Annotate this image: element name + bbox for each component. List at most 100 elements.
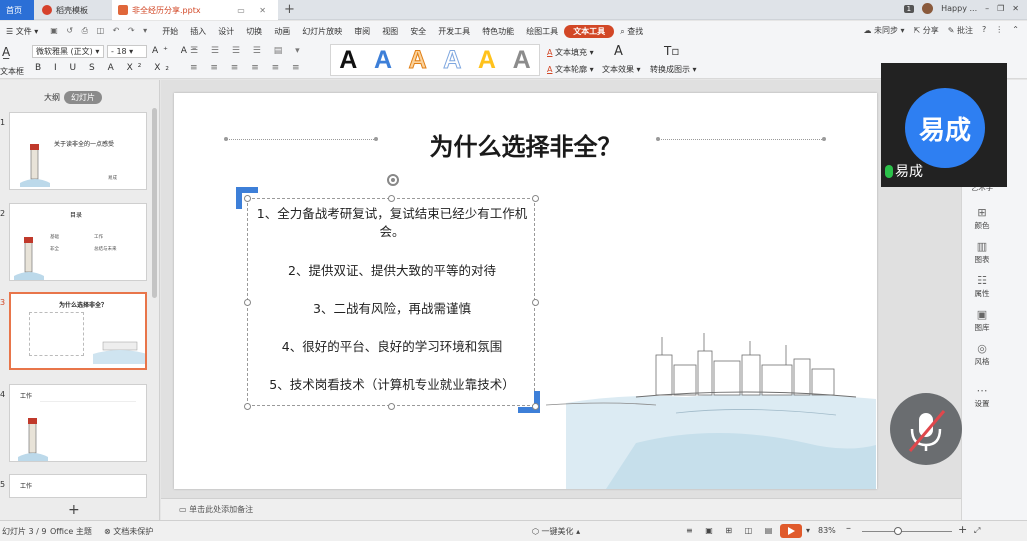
new-tab-button[interactable]: + [284, 2, 295, 17]
theme-name[interactable]: Office 主题 [50, 526, 92, 537]
zoom-out-button[interactable]: – [846, 523, 851, 534]
zoom-slider-knob[interactable] [894, 527, 902, 535]
chart-button[interactable]: ▥ 图表 [962, 240, 1002, 265]
play-slideshow-button[interactable] [780, 524, 802, 538]
help-icon[interactable]: ? [982, 25, 986, 36]
color-label: 颜色 [974, 221, 990, 230]
content-item[interactable]: 3、二战有风险，再战需谨慎 [248, 300, 536, 318]
document-protection[interactable]: ⊗ 文档未保护 [104, 526, 153, 537]
menu-item-text-tools[interactable]: 文本工具 [564, 24, 615, 38]
slides-tab[interactable]: 幻灯片 [64, 91, 102, 104]
resize-handle[interactable] [244, 403, 251, 410]
font-family-select[interactable]: 微软雅黑 (正文) ▾ [32, 45, 104, 58]
video-call-tile[interactable]: 易成 易成 [881, 63, 1007, 187]
slide-thumbnail-5[interactable]: 工作 [9, 474, 147, 498]
gallery-button[interactable]: ▣ 图库 [962, 308, 1002, 333]
text-style-orange-outline[interactable]: A [408, 45, 427, 75]
beautify-button[interactable]: ⬡ 一键美化 ▴ [532, 526, 580, 537]
tab-template[interactable]: 稻壳模板 [36, 0, 106, 20]
menu-item[interactable]: 开发工具 [432, 26, 476, 37]
zoom-slider[interactable] [862, 531, 952, 532]
share-button[interactable]: ⇱ 分享 [914, 25, 939, 36]
quick-access-toolbar[interactable]: ▣ ↺ ⎙ ◫ ↶ ↷ ▾ [44, 26, 156, 36]
user-name[interactable]: Happy ... [941, 4, 977, 13]
text-style-blue[interactable]: A [374, 45, 392, 75]
slide-thumbnail-1[interactable]: 关于读非全的一点感受 易成 [9, 112, 147, 190]
play-menu-icon[interactable]: ▾ [806, 526, 810, 535]
menu-item[interactable]: 切换 [240, 26, 268, 37]
more-icon[interactable]: ⋮ [995, 25, 1003, 36]
thumbnail-number: 3 [0, 298, 6, 307]
text-outline-button[interactable]: A 文本轮廓 ▾ [547, 64, 594, 75]
close-window-icon[interactable]: ✕ [1012, 4, 1019, 13]
rotate-handle[interactable] [387, 174, 399, 186]
textbox-button[interactable]: 文本框 [0, 66, 24, 77]
zoom-level[interactable]: 83% [818, 526, 836, 535]
view-mode-buttons[interactable]: ≡ ▣ ⊞ ◫ ▤ [686, 526, 777, 535]
add-slide-button[interactable]: + [68, 502, 80, 518]
zoom-in-button[interactable]: + [958, 523, 967, 536]
resize-handle[interactable] [532, 195, 539, 202]
tab-home[interactable]: 首页 [0, 0, 34, 20]
list-buttons[interactable]: ☰ ☰ ☰ ☰ ▤ ▾ [190, 46, 305, 56]
fit-window-icon[interactable]: ⤢ [974, 526, 980, 536]
resize-handle[interactable] [532, 403, 539, 410]
content-item[interactable]: 2、提供双证、提供大致的平等的对待 [248, 262, 536, 280]
minimize-icon[interactable]: – [985, 4, 989, 13]
tab-document[interactable]: 非全经历分享.pptx ▭ ✕ [112, 0, 278, 20]
convert-diagram-icon[interactable]: T▫ [664, 44, 679, 58]
menu-item[interactable]: 幻灯片放映 [296, 26, 348, 37]
text-outline-label: 文本轮廓 [555, 65, 588, 74]
slide-thumbnail-4[interactable]: 工作 [9, 384, 147, 462]
search-button[interactable]: ⌕ 查找 [614, 26, 649, 37]
text-effect-icon[interactable]: A [614, 44, 623, 59]
resize-handle[interactable] [388, 403, 395, 410]
text-style-yellow[interactable]: A [478, 45, 496, 75]
menu-item[interactable]: 开始 [156, 26, 184, 37]
resize-handle[interactable] [244, 195, 251, 202]
thumbnail-scrollbar[interactable] [152, 108, 157, 298]
font-size-select[interactable]: - 18 ▾ [107, 45, 147, 58]
menu-item[interactable]: 审阅 [348, 26, 376, 37]
content-item[interactable]: 4、很好的平台、良好的学习环境和氛围 [248, 338, 536, 356]
content-textbox[interactable]: 1、全力备战考研复试，复试结束已经少有工作机会。 2、提供双证、提供大致的平等的… [236, 174, 540, 413]
font-format-buttons[interactable]: B I U S A X² X₂ [35, 63, 174, 73]
menu-file[interactable]: ☰ 文件 ▾ [0, 26, 44, 37]
outline-tab[interactable]: 大纲 [44, 92, 60, 103]
text-effect-button[interactable]: 文本效果 ▾ [602, 64, 641, 75]
menu-item[interactable]: 设计 [212, 26, 240, 37]
menu-item[interactable]: 动画 [268, 26, 296, 37]
window-count-badge[interactable]: 1 [903, 4, 915, 13]
content-item[interactable]: 1、全力备战考研复试，复试结束已经少有工作机会。 [248, 205, 536, 241]
notes-area[interactable]: ▭ 单击此处添加备注 [161, 498, 961, 520]
mute-microphone-button[interactable] [890, 393, 962, 465]
color-button[interactable]: ⊞ 颜色 [962, 206, 1002, 231]
tab-close-icon[interactable]: ▭ ✕ [237, 6, 272, 15]
menu-item[interactable]: 视图 [376, 26, 404, 37]
menu-item[interactable]: 特色功能 [476, 26, 520, 37]
text-style-gray[interactable]: A [513, 45, 531, 75]
paragraph-align-buttons[interactable]: ≡ ≡ ≡ ≡ ≡ ≡ [190, 63, 305, 73]
style-button[interactable]: ◎ 风格 [962, 342, 1002, 367]
text-style-blue-outline[interactable]: A [443, 45, 462, 75]
restore-icon[interactable]: ❐ [997, 4, 1004, 13]
slide-thumbnail-3[interactable]: 为什么选择非全？ [9, 292, 147, 370]
thumbnail-title: 工作 [20, 393, 33, 400]
settings-button[interactable]: ⋯ 设置 [962, 384, 1002, 409]
slide-thumbnail-2[interactable]: 目录 基础 工作 非全 总结与未来 [9, 203, 147, 281]
sync-button[interactable]: ☁ 未同步 ▾ [863, 25, 904, 36]
slide-title[interactable]: 为什么选择非全？ [174, 127, 877, 162]
menu-item[interactable]: 安全 [404, 26, 432, 37]
comment-button[interactable]: ✎ 批注 [948, 25, 973, 36]
content-item[interactable]: 5、技术岗看技术（计算机专业就业靠技术） [248, 376, 536, 394]
menu-item[interactable]: 插入 [184, 26, 212, 37]
resize-handle[interactable] [388, 195, 395, 202]
collapse-ribbon-icon[interactable]: ⌃ [1012, 25, 1019, 36]
menu-item[interactable]: 绘图工具 [520, 26, 564, 37]
textbox-icon[interactable]: A̲ [2, 45, 10, 59]
text-fill-button[interactable]: A 文本填充 ▾ [547, 47, 594, 58]
user-avatar[interactable] [922, 3, 934, 14]
convert-diagram-button[interactable]: 转换成图示 ▾ [650, 64, 697, 75]
text-style-black[interactable]: A [339, 45, 357, 75]
property-button[interactable]: ☷ 属性 [962, 274, 1002, 299]
